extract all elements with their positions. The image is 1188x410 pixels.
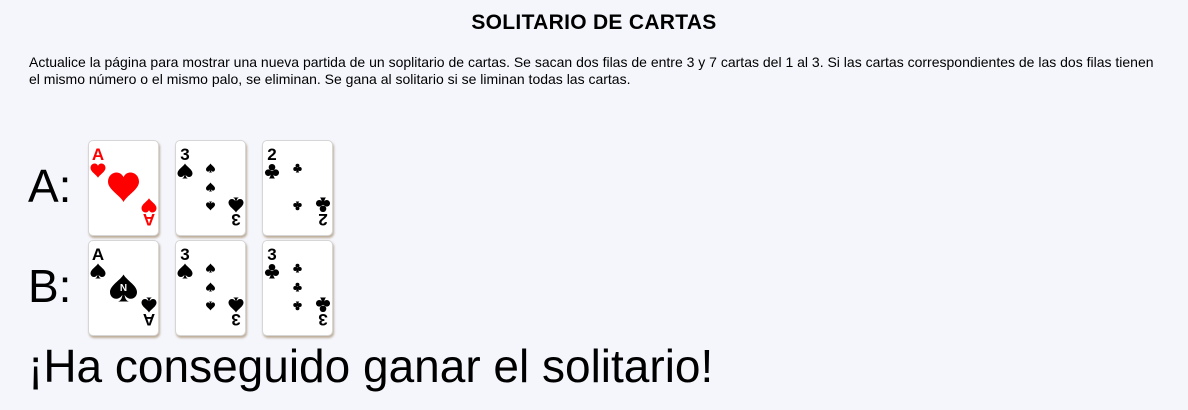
card-a-3: 22: [262, 140, 333, 236]
spades-icon: [90, 263, 106, 279]
spades-pip-icon: [206, 263, 215, 273]
clubs-pip-icon: [293, 282, 302, 292]
spades-pip-icon: [206, 163, 215, 173]
card-rank-rotated: 2: [318, 210, 327, 229]
card-rank: 3: [180, 145, 189, 164]
spades-pip-icon: [206, 182, 215, 192]
row-label-b: B:: [28, 260, 72, 312]
card-a-1: AA: [88, 140, 159, 236]
row-label-a: A:: [28, 160, 72, 212]
hearts-icon: [90, 163, 106, 178]
win-message: ¡Ha conseguido ganar el solitario!: [28, 340, 714, 392]
card-a-2: 33: [175, 140, 246, 236]
spades-icon: [177, 263, 193, 279]
spades-icon: [177, 163, 193, 179]
spades-pip-icon: [206, 301, 215, 311]
card-b-1: A A N: [88, 240, 159, 336]
clubs-icon: [264, 163, 280, 179]
clubs-icon: [315, 197, 331, 213]
card-rank: 3: [267, 245, 276, 264]
clubs-pip-icon: [293, 201, 302, 211]
ace-emblem-icon: N: [120, 283, 127, 294]
card-rank: 3: [180, 245, 189, 264]
page-title: SOLITARIO DE CARTAS: [471, 11, 717, 34]
spades-pip-icon: [206, 282, 215, 292]
card-rank-rotated: 3: [318, 310, 327, 329]
card-rank: A: [92, 245, 104, 264]
instructions-text: Actualice la página para mostrar una nue…: [29, 54, 1154, 87]
card-rank-rotated: 3: [231, 210, 240, 229]
clubs-pip-icon: [293, 263, 302, 273]
card-rank-rotated: A: [143, 310, 155, 329]
hearts-pip-icon: [108, 172, 139, 202]
clubs-pip-icon: [293, 301, 302, 311]
card-rank-rotated: 3: [231, 310, 240, 329]
spades-pip-icon: [206, 201, 215, 211]
card-rank-rotated: A: [143, 210, 155, 229]
clubs-icon: [264, 263, 280, 279]
card-b-2: 33: [175, 240, 246, 336]
clubs-pip-icon: [293, 163, 302, 173]
clubs-icon: [315, 297, 331, 313]
card-rank: 2: [267, 145, 276, 164]
card-b-3: 33: [262, 240, 333, 336]
card-rank: A: [92, 145, 104, 164]
